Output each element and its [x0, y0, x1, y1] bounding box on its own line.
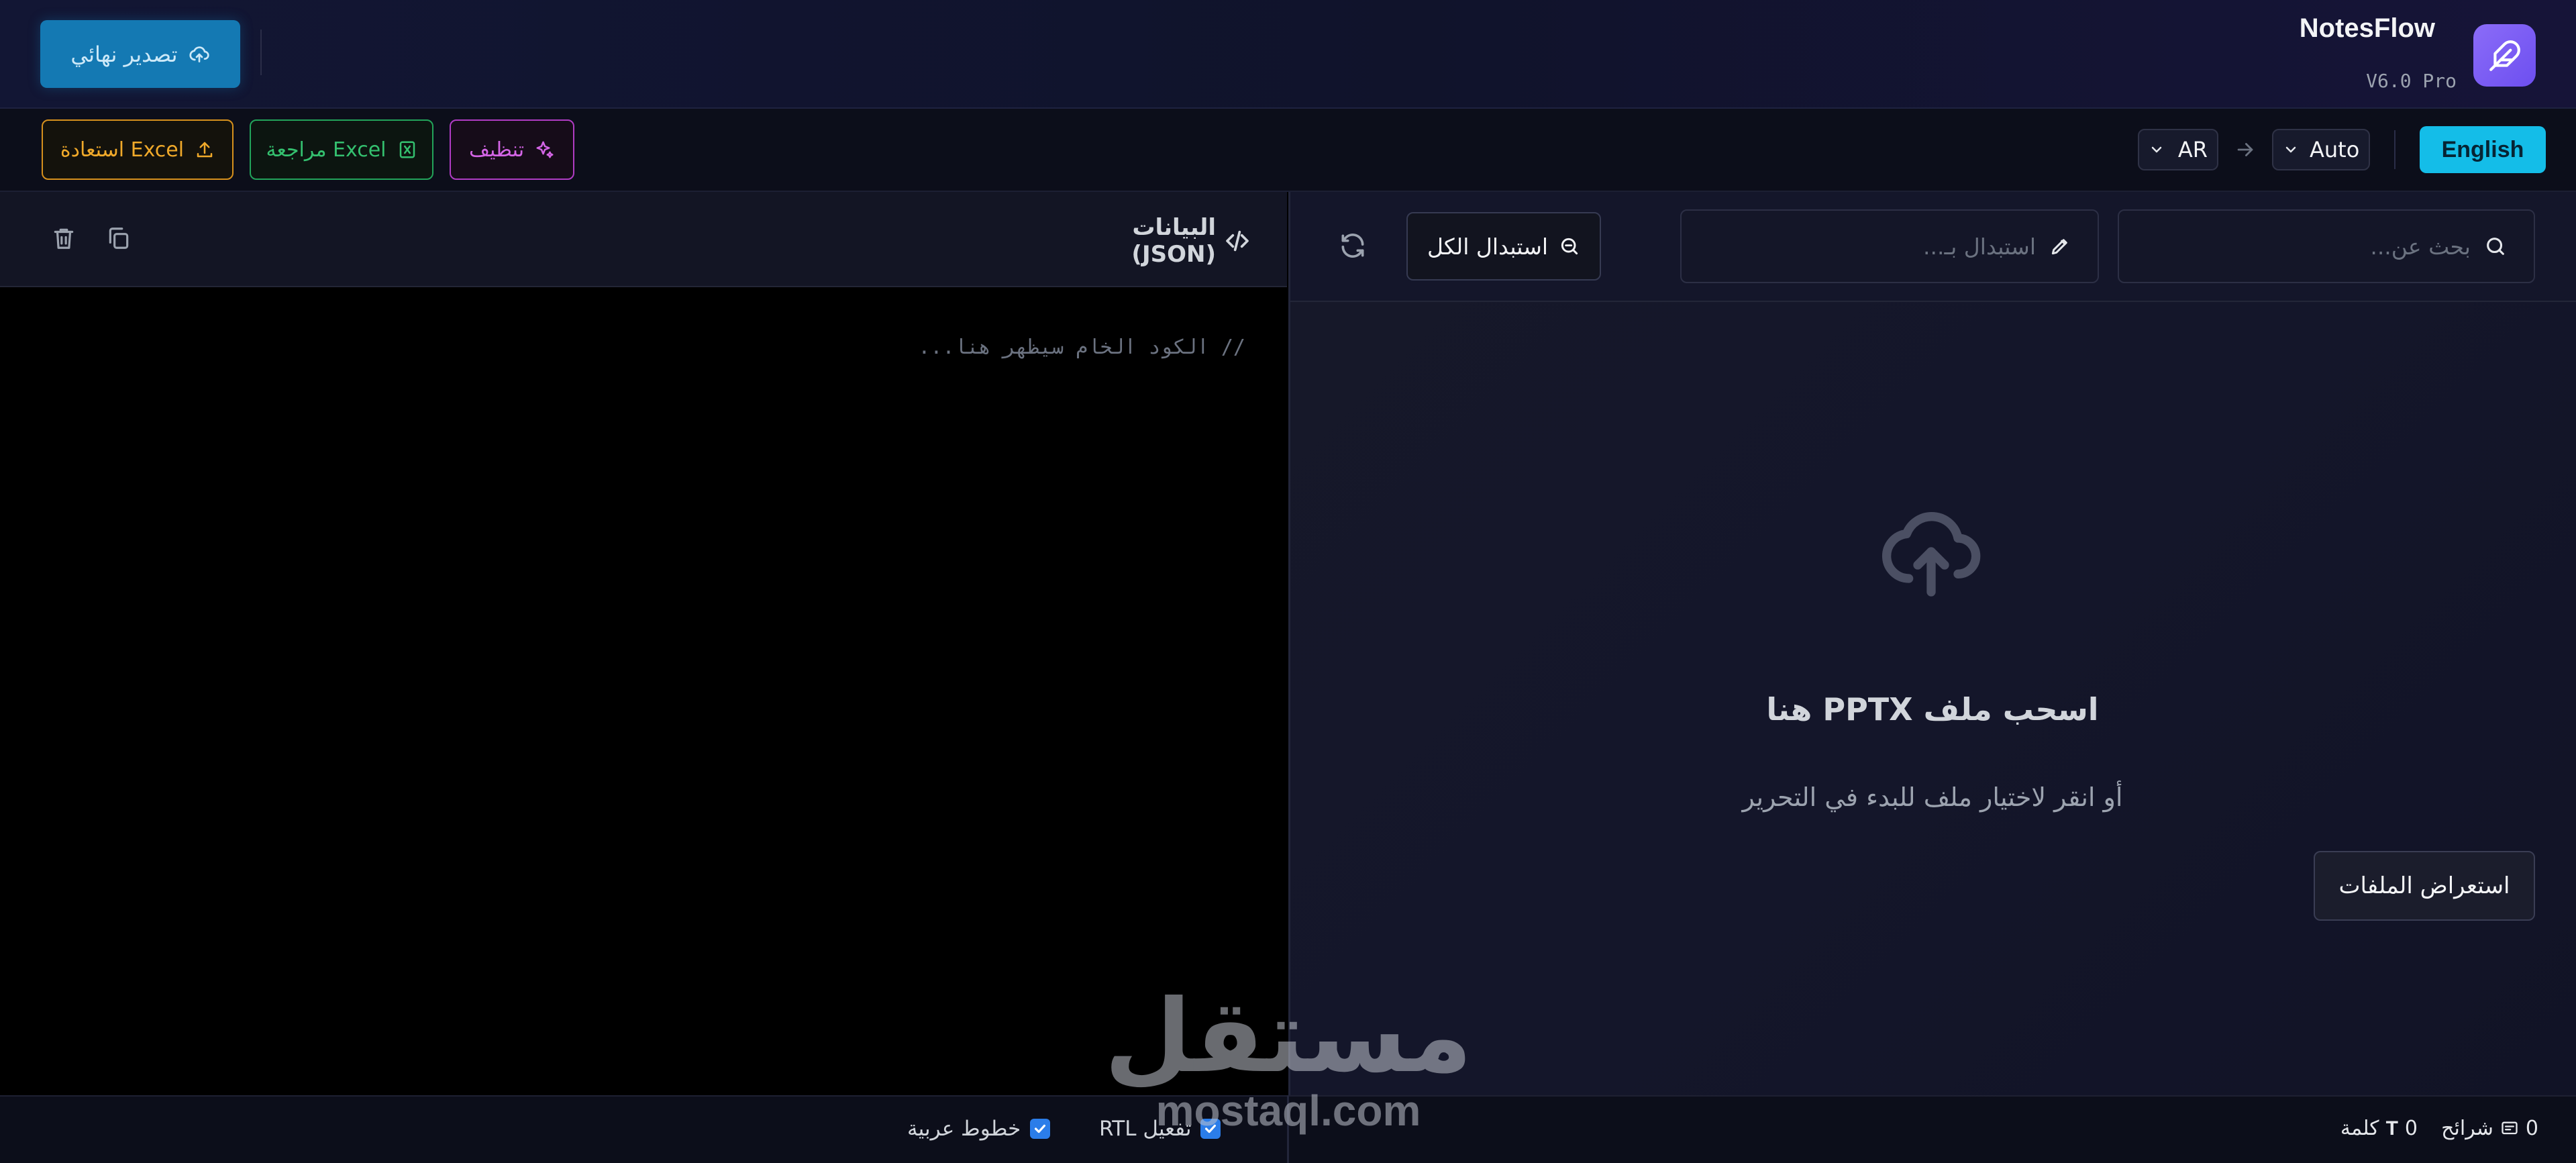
json-panel-title: البيانات (JSON): [1131, 214, 1216, 268]
app-version: V6.0 Pro: [2366, 70, 2457, 92]
json-code-area[interactable]: // الكود الخام سيظهر هنا...: [0, 289, 1287, 1095]
browse-files-label: استعراض الملفات: [2338, 872, 2510, 899]
refresh-icon[interactable]: [1338, 231, 1368, 263]
spreadsheet-icon: [397, 140, 417, 160]
replace-placeholder: استبدال بـ...: [1922, 233, 2036, 260]
restore-excel-button[interactable]: استعادة Excel: [42, 119, 234, 180]
search-placeholder: بحث عن...: [2370, 233, 2471, 260]
app-header: [0, 0, 2576, 109]
app-name: NotesFlow: [2299, 13, 2435, 43]
arabic-fonts-option[interactable]: خطوط عربية: [907, 1117, 1051, 1141]
export-label: تصدير نهائي: [70, 41, 178, 67]
slides-count: 0: [2525, 1117, 2538, 1140]
source-language-select[interactable]: Auto: [2272, 129, 2370, 170]
sparkles-icon: [535, 140, 555, 160]
arabic-fonts-checkbox[interactable]: [1030, 1119, 1051, 1139]
replace-icon: [1559, 236, 1580, 257]
dropzone-subtitle: أو انقر لاختيار ملف للبدء في التحرير: [1742, 782, 2123, 812]
cloud-upload-icon: [1877, 498, 1985, 608]
feather-icon: [2488, 39, 2522, 72]
copy-icon[interactable]: [106, 225, 132, 254]
browse-files-button[interactable]: استعراض الملفات: [2314, 851, 2535, 921]
arrow-right-icon: [2234, 138, 2257, 164]
words-count: 0: [2404, 1117, 2418, 1140]
clean-button[interactable]: تنظيف: [450, 119, 574, 180]
upload-icon: [195, 140, 215, 160]
source-language-value: Auto: [2310, 137, 2360, 162]
english-label: English: [2441, 136, 2524, 162]
search-input[interactable]: بحث عن...: [2118, 209, 2535, 283]
review-excel-label: مراجعة Excel: [266, 138, 387, 162]
code-icon: [1224, 227, 1251, 254]
arabic-fonts-label: خطوط عربية: [907, 1117, 1021, 1141]
replace-input[interactable]: استبدال بـ...: [1680, 209, 2099, 283]
slides-label: شرائح: [2441, 1117, 2493, 1140]
slides-icon: [2500, 1119, 2519, 1138]
words-label: كلمة: [2340, 1117, 2379, 1140]
cloud-upload-icon: [189, 44, 210, 65]
watermark: مستقل mostaql.com: [1087, 987, 1490, 1134]
clean-label: تنظيف: [468, 138, 525, 162]
review-excel-button[interactable]: مراجعة Excel: [250, 119, 433, 180]
target-language-select[interactable]: AR: [2138, 129, 2218, 170]
app-logo[interactable]: [2473, 24, 2536, 87]
english-toggle-button[interactable]: English: [2420, 126, 2546, 173]
search-icon: [2484, 235, 2507, 258]
dropzone-title: اسحب ملف PPTX هنا: [1766, 691, 2099, 727]
chevron-down-icon: [2283, 142, 2299, 158]
export-button[interactable]: تصدير نهائي: [40, 20, 240, 88]
words-counter: 0 T كلمة: [2340, 1117, 2418, 1140]
trash-icon[interactable]: [51, 225, 76, 254]
slides-counter: 0 شرائح: [2441, 1117, 2538, 1140]
json-placeholder: // الكود الخام سيظهر هنا...: [918, 336, 1245, 359]
pencil-icon: [2049, 236, 2071, 257]
restore-excel-label: استعادة Excel: [60, 138, 185, 162]
target-language-value: AR: [2177, 137, 2208, 162]
header-divider: [260, 30, 262, 75]
watermark-arabic: مستقل: [1104, 978, 1473, 1095]
text-icon: T: [2385, 1117, 2398, 1140]
json-panel-title-group: البيانات (JSON): [1056, 214, 1251, 268]
chevron-down-icon: [2149, 142, 2165, 158]
toolbar-divider: [2394, 130, 2395, 169]
replace-all-button[interactable]: استبدال الكل: [1406, 212, 1601, 281]
replace-all-label: استبدال الكل: [1427, 233, 1549, 260]
